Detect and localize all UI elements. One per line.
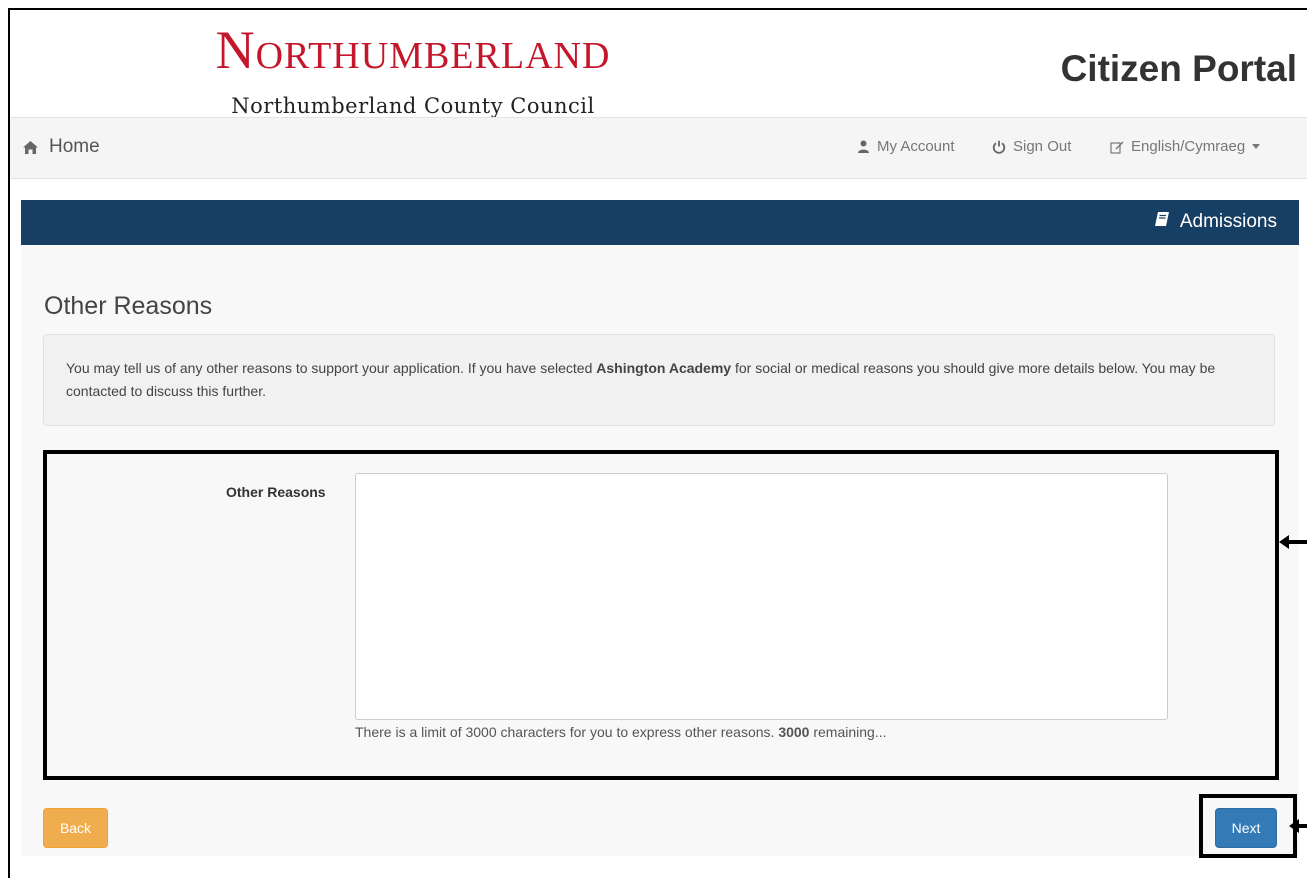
book-icon — [1154, 211, 1170, 233]
section-admissions[interactable]: Admissions — [1154, 211, 1277, 233]
info-box: You may tell us of any other reasons to … — [43, 334, 1275, 426]
help-text-start: There is a limit of 3000 characters for … — [355, 724, 779, 740]
section-label: Admissions — [1179, 211, 1277, 232]
nav-language-dropdown[interactable]: English/Cymraeg — [1110, 138, 1261, 155]
caret-down-icon — [1252, 144, 1261, 149]
other-reasons-textarea[interactable] — [355, 473, 1168, 720]
language-label: English/Cymraeg — [1131, 138, 1246, 155]
section-bar: Admissions — [21, 200, 1299, 245]
page-title: Other Reasons — [44, 292, 213, 320]
character-limit-help: There is a limit of 3000 characters for … — [355, 724, 887, 740]
site-header: Northumberland Northumberland County Cou… — [10, 10, 1307, 118]
help-text-end: remaining... — [809, 724, 887, 740]
back-button[interactable]: Back — [43, 808, 108, 848]
remaining-count: 3000 — [778, 724, 810, 740]
nav-sign-out[interactable]: Sign Out — [992, 138, 1071, 155]
next-button[interactable]: Next — [1215, 808, 1277, 848]
nav-my-account[interactable]: My Account — [857, 138, 955, 155]
info-text-start: You may tell us of any other reasons to … — [66, 360, 597, 376]
home-icon — [22, 140, 39, 155]
sign-out-label: Sign Out — [1013, 138, 1072, 155]
nav-home-link[interactable]: Home — [22, 136, 100, 158]
council-logo[interactable]: Northumberland — [178, 20, 648, 80]
user-icon — [857, 140, 870, 153]
my-account-label: My Account — [877, 138, 955, 155]
council-logo-subtitle: Northumberland County Council — [231, 94, 595, 118]
top-navbar: Home My Account Sign Out English/Cymraeg — [10, 117, 1307, 179]
other-reasons-label: Other Reasons — [226, 484, 326, 500]
edit-icon — [1110, 140, 1124, 154]
info-school-name: Ashington Academy — [596, 360, 732, 376]
arrow-left-icon — [1279, 535, 1307, 549]
arrow-left-icon — [1289, 819, 1307, 833]
power-icon — [992, 140, 1006, 154]
portal-title: Citizen Portal — [1060, 48, 1297, 89]
nav-home-label: Home — [49, 136, 100, 157]
